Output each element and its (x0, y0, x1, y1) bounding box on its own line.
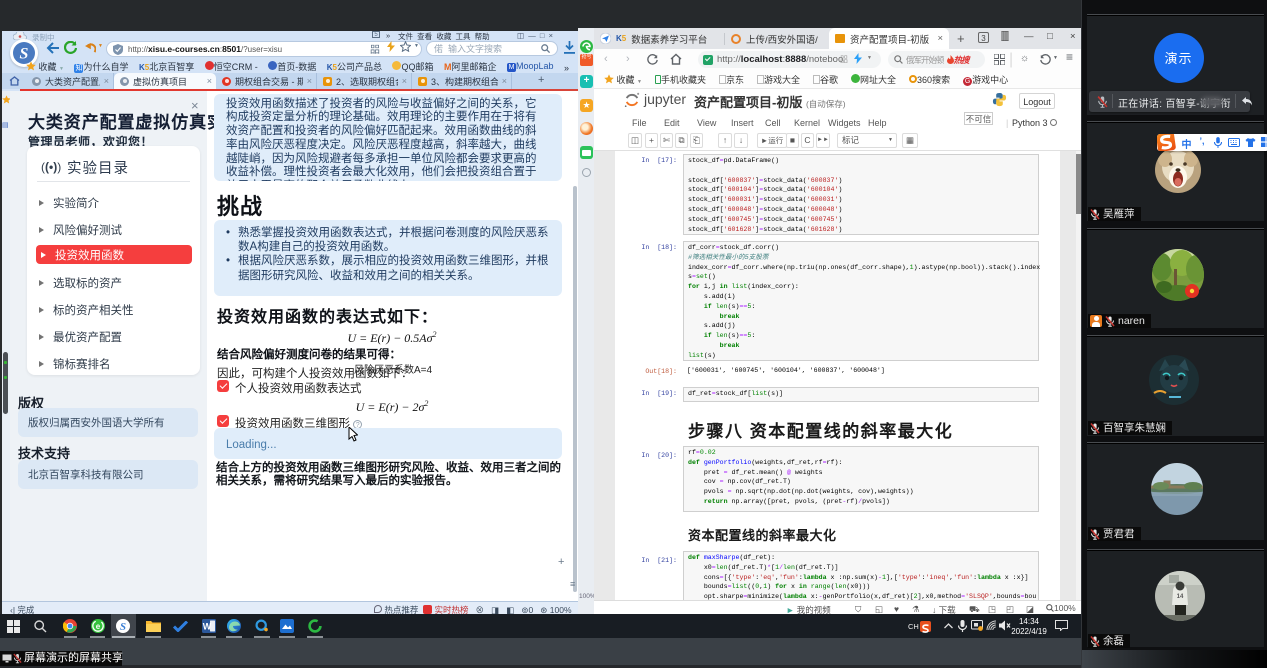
svg-text:14: 14 (1177, 594, 1184, 600)
svg-text:e: e (96, 622, 101, 631)
svg-text:S: S (120, 621, 126, 633)
svg-text:W: W (203, 622, 212, 632)
